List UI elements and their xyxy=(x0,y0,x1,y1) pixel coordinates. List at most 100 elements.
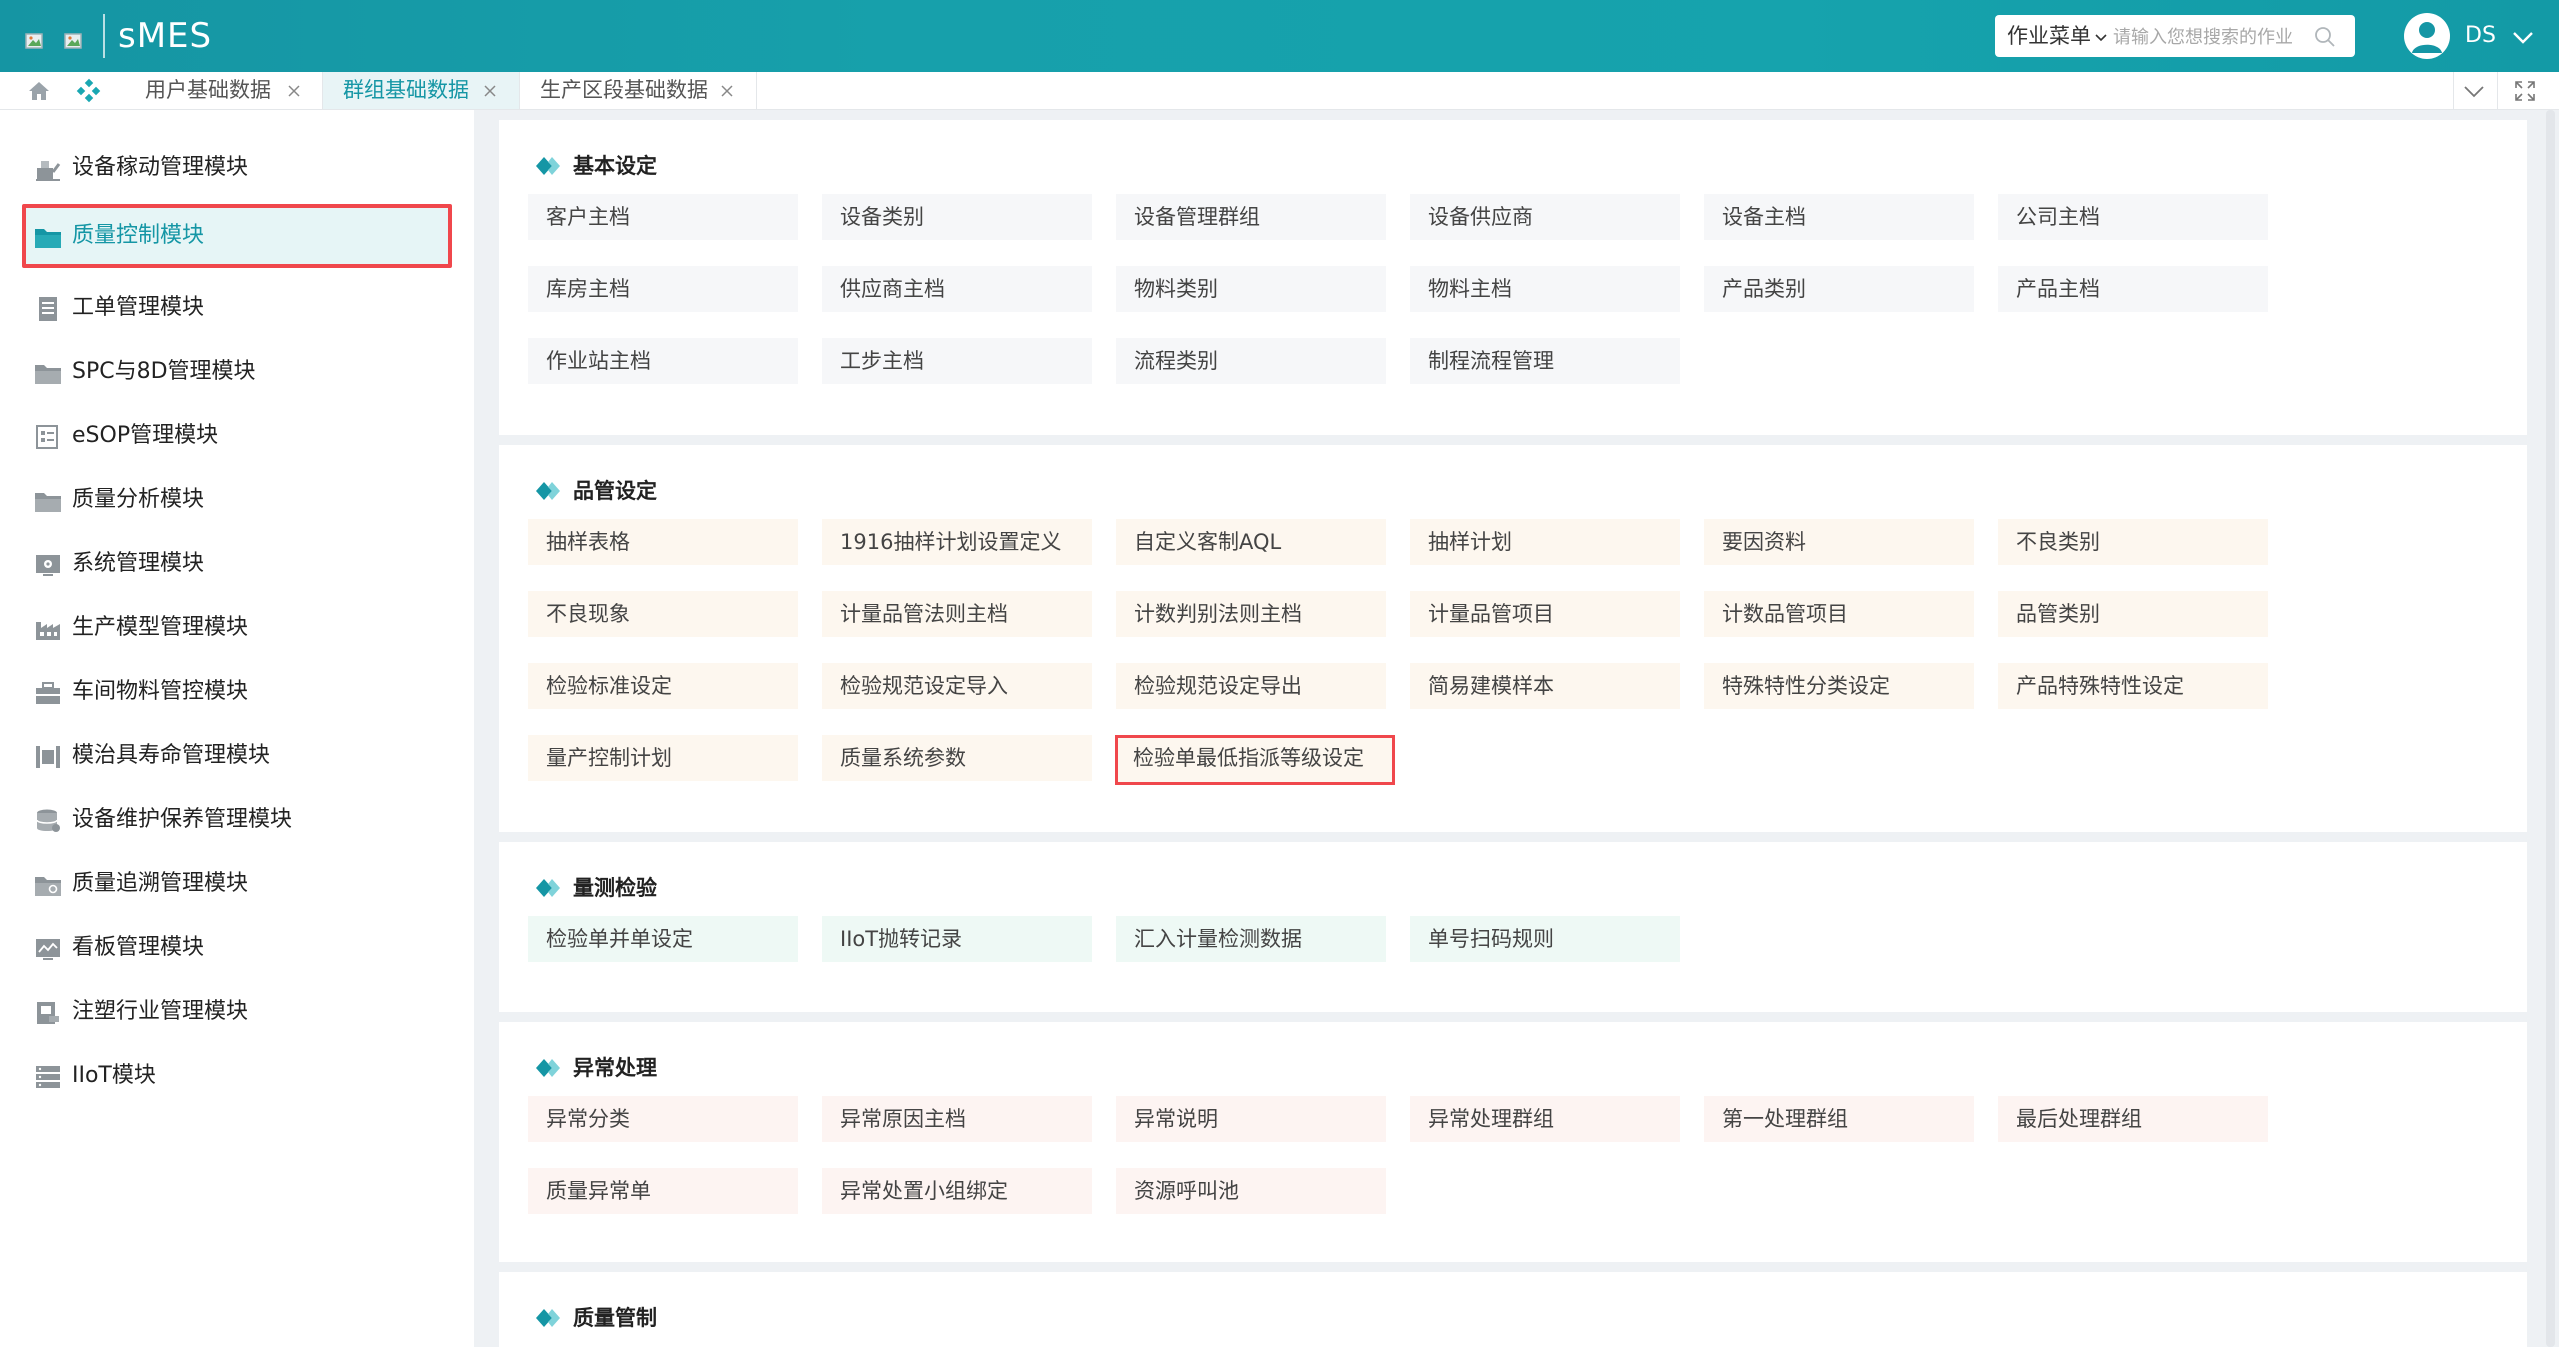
function-tile[interactable]: 量产控制计划 xyxy=(528,735,798,781)
function-tile[interactable]: 制程流程管理 xyxy=(1410,338,1680,384)
sidebar-item-esop[interactable]: eSOP管理模块 xyxy=(22,404,452,468)
scrollbar[interactable] xyxy=(2546,110,2555,1347)
function-tile[interactable]: 工步主档 xyxy=(822,338,1092,384)
sidebar-item-spc-8d[interactable]: SPC与8D管理模块 xyxy=(22,340,452,404)
avatar[interactable] xyxy=(2404,13,2450,59)
function-tile[interactable]: 异常处理群组 xyxy=(1410,1096,1680,1142)
function-tile[interactable]: 检验规范设定导入 xyxy=(822,663,1092,709)
sidebar-item-mold-life[interactable]: 模治具寿命管理模块 xyxy=(22,724,452,788)
function-tile[interactable]: 品管类别 xyxy=(1998,591,2268,637)
function-tile[interactable]: 物料类别 xyxy=(1116,266,1386,312)
function-tile[interactable]: 异常说明 xyxy=(1116,1096,1386,1142)
function-tile[interactable]: 计数品管项目 xyxy=(1704,591,1974,637)
sidebar-item-quality-analysis[interactable]: 质量分析模块 xyxy=(22,468,452,532)
function-tile[interactable]: 简易建模样本 xyxy=(1410,663,1680,709)
broken-image-icon xyxy=(63,30,85,52)
function-tile[interactable]: 质量异常单 xyxy=(528,1168,798,1214)
function-tile[interactable]: 计量品管法则主档 xyxy=(822,591,1092,637)
function-tile[interactable]: 检验标准设定 xyxy=(528,663,798,709)
function-tile[interactable]: 设备管理群组 xyxy=(1116,194,1386,240)
sidebar-item-system-management[interactable]: 系统管理模块 xyxy=(22,532,452,596)
chevron-down-icon[interactable] xyxy=(2461,78,2487,104)
sidebar-item-label: 车间物料管控模块 xyxy=(72,679,249,704)
sidebar-item-equipment-utilization[interactable]: 设备稼动管理模块 xyxy=(22,136,452,200)
fullscreen-icon[interactable] xyxy=(2512,78,2538,104)
function-tile[interactable]: 检验规范设定导出 xyxy=(1116,663,1386,709)
function-tile-highlighted[interactable]: 检验单最低指派等级设定 xyxy=(1115,735,1395,785)
home-icon[interactable] xyxy=(26,78,52,104)
function-tile[interactable]: 物料主档 xyxy=(1410,266,1680,312)
function-tile[interactable]: 计量品管项目 xyxy=(1410,591,1680,637)
function-tile[interactable]: 单号扫码规则 xyxy=(1410,916,1680,962)
function-tile[interactable]: 不良现象 xyxy=(528,591,798,637)
function-tile[interactable]: 产品类别 xyxy=(1704,266,1974,312)
function-tile[interactable]: 设备供应商 xyxy=(1410,194,1680,240)
section-quality-settings: 品管设定 抽样表格 1916抽样计划设置定义 自定义客制AQL 抽样计划 要因资… xyxy=(499,445,2527,832)
function-tile[interactable]: 客户主档 xyxy=(528,194,798,240)
user-icon xyxy=(2412,22,2442,53)
function-tile[interactable]: 异常分类 xyxy=(528,1096,798,1142)
section-title-text: 异常处理 xyxy=(573,1056,657,1080)
function-tile[interactable]: 产品特殊特性设定 xyxy=(1998,663,2268,709)
function-tile[interactable]: 设备类别 xyxy=(822,194,1092,240)
function-tile[interactable]: 特殊特性分类设定 xyxy=(1704,663,1974,709)
function-tile[interactable]: 异常原因主档 xyxy=(822,1096,1092,1142)
sidebar-item-work-order[interactable]: 工单管理模块 xyxy=(22,276,452,340)
function-tile[interactable]: 最后处理群组 xyxy=(1998,1096,2268,1142)
sidebar-item-label: 看板管理模块 xyxy=(72,935,205,960)
sidebar-item-label: 工单管理模块 xyxy=(72,295,205,320)
dashboard-icon xyxy=(36,939,60,960)
function-tile[interactable]: 检验单并单设定 xyxy=(528,916,798,962)
tab-strip: 用户基础数据 群组基础数据 生产区段基础数据 xyxy=(0,72,2559,110)
user-name[interactable]: DS xyxy=(2465,20,2496,52)
function-tile[interactable]: 资源呼叫池 xyxy=(1116,1168,1386,1214)
function-tile[interactable]: 自定义客制AQL xyxy=(1116,519,1386,565)
function-tile[interactable]: 设备主档 xyxy=(1704,194,1974,240)
folder-search-icon xyxy=(35,877,61,896)
sidebar-item-label: 质量追溯管理模块 xyxy=(72,871,249,896)
apps-icon[interactable] xyxy=(76,78,102,104)
tab-production-section-data[interactable]: 生产区段基础数据 xyxy=(520,72,756,109)
function-tile[interactable]: 抽样表格 xyxy=(528,519,798,565)
function-tile[interactable]: IIoT抛转记录 xyxy=(822,916,1092,962)
section-quality-control-mgmt: 质量管制 xyxy=(499,1272,2527,1347)
sidebar-item-quality-traceability[interactable]: 质量追溯管理模块 xyxy=(22,852,452,916)
tab-label: 用户基础数据 xyxy=(145,78,271,102)
tab-user-data[interactable]: 用户基础数据 xyxy=(125,72,322,109)
sidebar-item-label: 系统管理模块 xyxy=(72,551,205,576)
sidebar-item-workshop-material[interactable]: 车间物料管控模块 xyxy=(22,660,452,724)
chevron-down-icon[interactable] xyxy=(2510,24,2536,50)
function-tile[interactable]: 第一处理群组 xyxy=(1704,1096,1974,1142)
function-tile[interactable]: 产品主档 xyxy=(1998,266,2268,312)
function-tile[interactable]: 要因资料 xyxy=(1704,519,1974,565)
sidebar-item-production-model[interactable]: 生产模型管理模块 xyxy=(22,596,452,660)
sidebar-item-iiot[interactable]: IIoT模块 xyxy=(22,1044,452,1108)
function-tile[interactable]: 抽样计划 xyxy=(1410,519,1680,565)
sidebar: 设备稼动管理模块 质量控制模块 工单管理模块 SPC与8D管理模块 eSOP管理… xyxy=(0,110,474,1347)
search-input[interactable] xyxy=(2111,19,2315,55)
function-tile[interactable]: 质量系统参数 xyxy=(822,735,1092,781)
tab-group-data[interactable]: 群组基础数据 xyxy=(323,72,519,109)
close-icon[interactable] xyxy=(483,84,497,98)
search-box: 作业菜单 xyxy=(1995,15,2355,57)
menu-type-select[interactable]: 作业菜单 xyxy=(2007,15,2109,57)
function-tile[interactable]: 库房主档 xyxy=(528,266,798,312)
sidebar-item-quality-control[interactable]: 质量控制模块 xyxy=(22,204,452,268)
function-tile[interactable]: 计数判别法则主档 xyxy=(1116,591,1386,637)
close-icon[interactable] xyxy=(720,84,734,98)
chevron-down-icon xyxy=(2095,34,2107,42)
function-tile[interactable]: 公司主档 xyxy=(1998,194,2268,240)
function-tile[interactable]: 汇入计量检测数据 xyxy=(1116,916,1386,962)
search-icon[interactable] xyxy=(2313,25,2337,49)
function-tile[interactable]: 异常处置小组绑定 xyxy=(822,1168,1092,1214)
tab-label: 群组基础数据 xyxy=(343,78,469,102)
close-icon[interactable] xyxy=(287,84,301,98)
sidebar-item-dashboard[interactable]: 看板管理模块 xyxy=(22,916,452,980)
function-tile[interactable]: 作业站主档 xyxy=(528,338,798,384)
sidebar-item-injection-molding[interactable]: 注塑行业管理模块 xyxy=(22,980,452,1044)
function-tile[interactable]: 流程类别 xyxy=(1116,338,1386,384)
function-tile[interactable]: 供应商主档 xyxy=(822,266,1092,312)
function-tile[interactable]: 1916抽样计划设置定义 xyxy=(822,519,1092,565)
sidebar-item-equipment-maintenance[interactable]: 设备维护保养管理模块 xyxy=(22,788,452,852)
function-tile[interactable]: 不良类别 xyxy=(1998,519,2268,565)
